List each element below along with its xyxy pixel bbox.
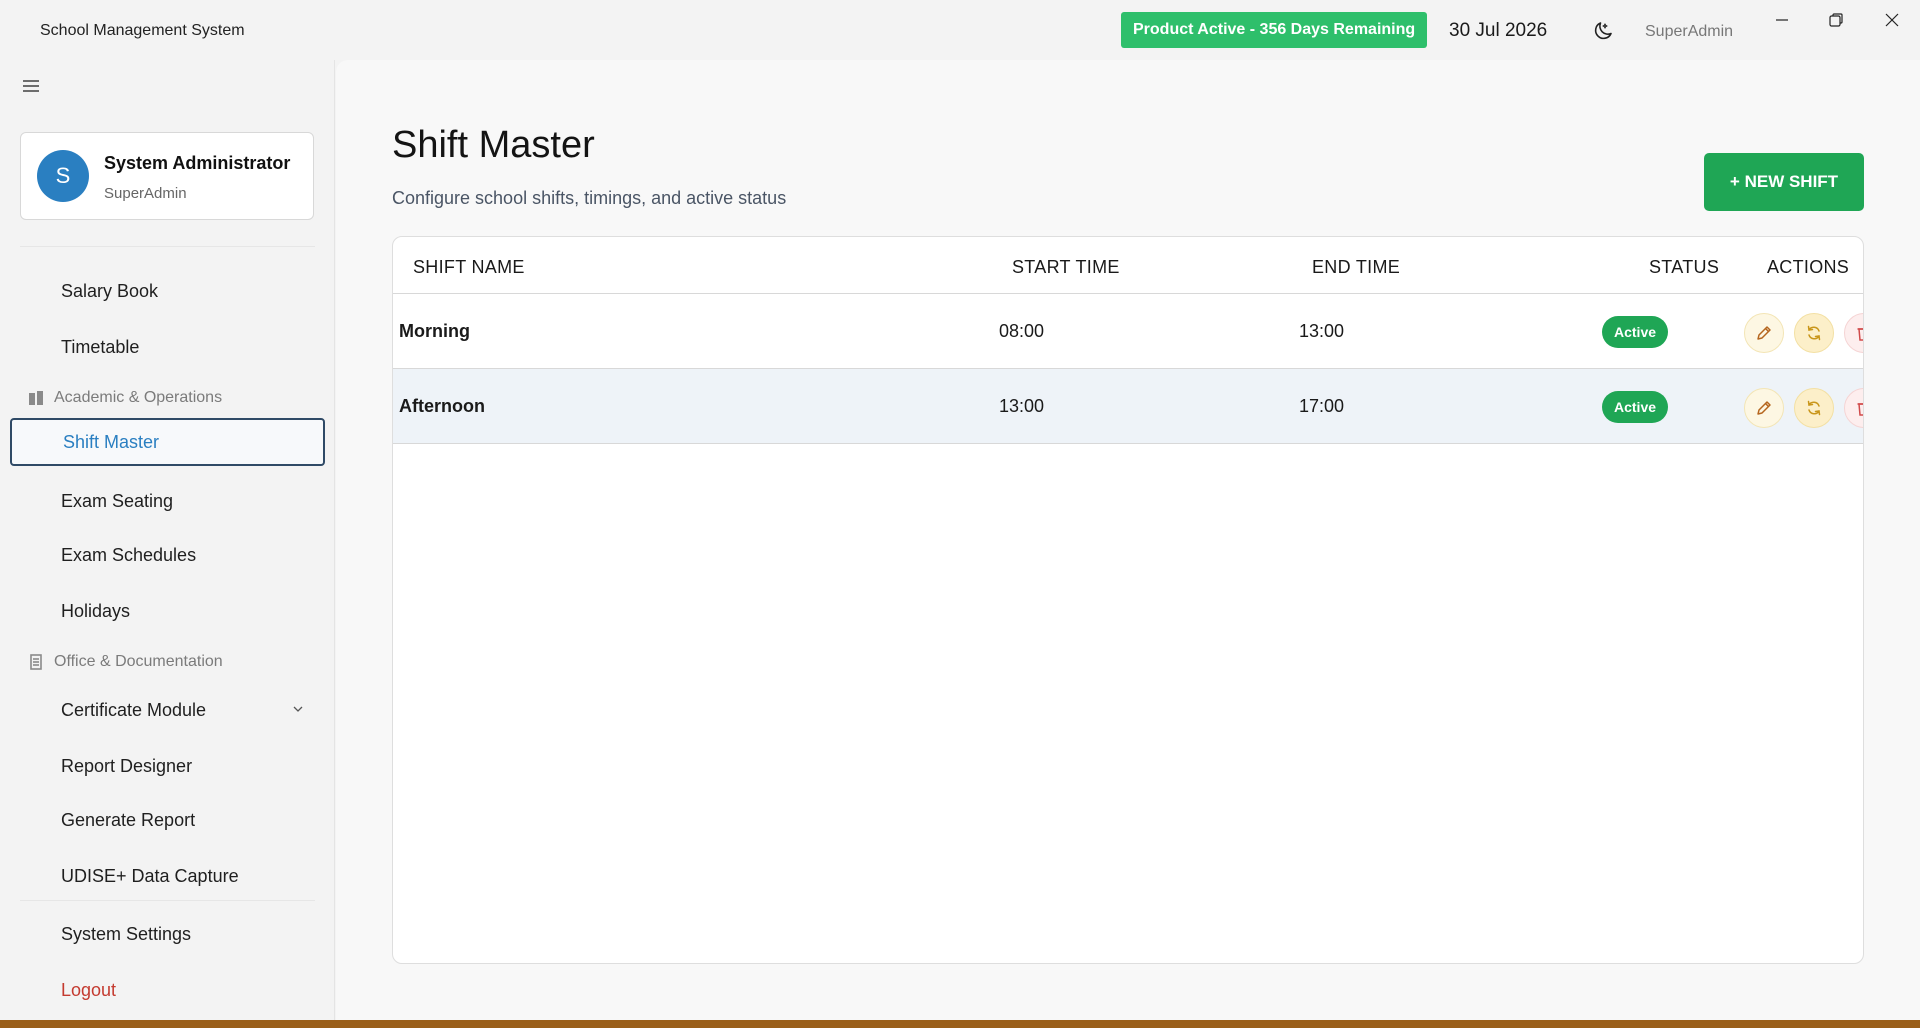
hamburger-icon [23,80,39,92]
section-label: Academic & Operations [54,389,223,406]
logout-button[interactable]: Logout [10,966,325,1014]
new-shift-button[interactable]: + NEW SHIFT [1704,153,1864,211]
refresh-icon [1807,400,1821,416]
chevron-down-icon [293,706,303,712]
column-header-start-time[interactable]: START TIME [1012,257,1120,278]
main-content: Shift Master Configure school shifts, ti… [336,60,1920,1020]
end-time-cell: 13:00 [1299,321,1345,341]
nav-item-shift-master[interactable]: Shift Master [10,418,325,466]
profile-name: System Administrator [104,153,291,173]
profile-role: SuperAdmin [104,185,187,202]
current-date: 30 Jul 2026 [1449,20,1548,41]
nav-item-holidays[interactable]: Holidays [10,587,325,635]
nav-item-label: Certificate Module [61,699,207,720]
nav-item-certificate-module[interactable]: Certificate Module [10,686,325,734]
edit-button[interactable] [1744,313,1784,353]
nav-item-salary-book[interactable]: Salary Book [10,267,325,315]
nav-item-exam-seating[interactable]: Exam Seating [10,477,325,525]
table-row[interactable]: Morning 08:00 13:00 Active [393,294,1863,369]
pencil-icon [1757,326,1771,340]
column-header-shift-name[interactable]: SHIFT NAME [413,257,525,278]
nav-item-generate-report[interactable]: Generate Report [10,796,325,844]
profile-card[interactable]: S System Administrator SuperAdmin [20,132,314,220]
minimize-icon [1776,19,1788,21]
column-header-status[interactable]: STATUS [1649,257,1719,278]
close-button[interactable] [1872,6,1912,34]
shifts-table: SHIFT NAME START TIME END TIME STATUS AC… [392,236,1864,964]
page-subtitle: Configure school shifts, timings, and ac… [392,188,787,208]
maximize-button[interactable] [1816,6,1856,34]
column-header-end-time[interactable]: END TIME [1312,257,1400,278]
pencil-icon [1757,401,1771,415]
close-icon [1885,13,1899,27]
divider [20,246,315,247]
section-office-documentation: Office & Documentation [28,650,223,674]
delete-button[interactable] [1844,388,1863,428]
moon-icon [1594,22,1612,40]
restore-icon [1829,13,1843,27]
nav-item-timetable[interactable]: Timetable [10,323,325,371]
delete-button[interactable] [1844,313,1863,353]
building-icon [28,390,44,406]
title-bar: School Management System Product Active … [0,0,1920,60]
menu-toggle-button[interactable] [20,75,42,97]
table-header: SHIFT NAME START TIME END TIME STATUS AC… [393,237,1863,294]
nav-item-exam-schedules[interactable]: Exam Schedules [10,531,325,579]
nav-item-system-settings[interactable]: System Settings [10,910,325,958]
nav-item-udise-data-capture[interactable]: UDISE+ Data Capture [10,852,325,900]
license-status-badge: Product Active - 356 Days Remaining [1121,12,1428,48]
end-time-cell: 17:00 [1299,396,1345,416]
current-user: SuperAdmin [1645,23,1734,40]
theme-toggle-button[interactable] [1588,16,1618,46]
refresh-icon [1807,325,1821,341]
toggle-status-button[interactable] [1794,313,1834,353]
divider [20,900,315,901]
table-row[interactable]: Afternoon 13:00 17:00 Active [393,369,1863,444]
minimize-button[interactable] [1762,6,1802,34]
document-icon [28,654,44,670]
shift-name-cell: Afternoon [399,396,485,416]
nav-item-report-designer[interactable]: Report Designer [10,742,325,790]
toggle-status-button[interactable] [1794,388,1834,428]
avatar: S [37,150,89,202]
trash-icon [1857,403,1863,416]
status-badge: Active [1602,316,1669,348]
start-time-cell: 08:00 [999,321,1045,341]
app-title: School Management System [40,22,245,39]
status-badge: Active [1602,391,1669,423]
page-title: Shift Master [392,124,595,166]
shift-name-cell: Morning [399,321,470,341]
edit-button[interactable] [1744,388,1784,428]
sidebar: S System Administrator SuperAdmin Salary… [0,60,335,1020]
trash-icon [1857,328,1863,341]
start-time-cell: 13:00 [999,396,1045,416]
section-academic-operations: Academic & Operations [28,386,222,410]
column-header-actions: ACTIONS [1767,257,1850,277]
section-label: Office & Documentation [54,653,223,670]
taskbar-strip [0,1020,1920,1028]
